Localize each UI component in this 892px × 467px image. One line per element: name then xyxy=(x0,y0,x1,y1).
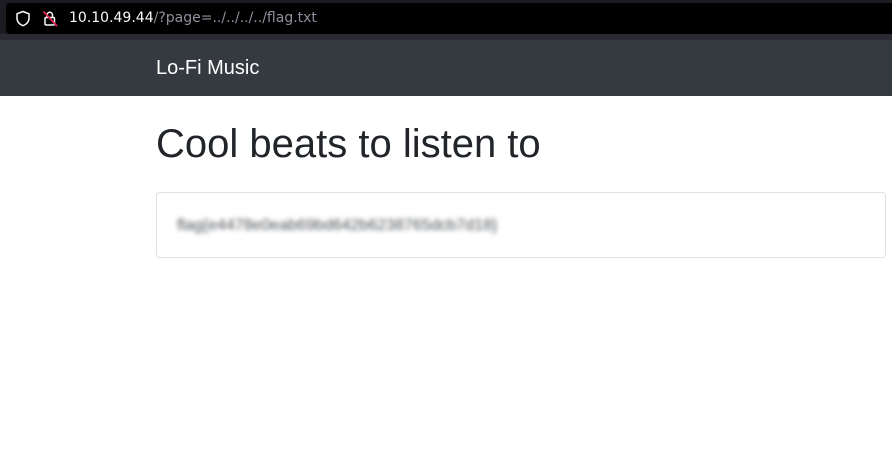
browser-toolbar: 10.10.49.44/?page=../../../../flag.txt xyxy=(0,0,892,40)
address-url[interactable]: 10.10.49.44/?page=../../../../flag.txt xyxy=(69,9,317,28)
insecure-lock-icon[interactable] xyxy=(42,10,58,27)
content-card: flag{e4478e0eab69bd642b6238765dcb7d18} xyxy=(156,192,886,258)
url-path: /?page=../../../../flag.txt xyxy=(153,10,317,26)
page-title: Cool beats to listen to xyxy=(156,122,541,166)
card-text-blurred: flag{e4478e0eab69bd642b6238765dcb7d18} xyxy=(177,217,498,234)
shield-icon[interactable] xyxy=(15,10,31,27)
site-navbar: Lo-Fi Music xyxy=(0,40,892,96)
navbar-brand-link[interactable]: Lo-Fi Music xyxy=(156,56,259,80)
url-host: 10.10.49.44 xyxy=(69,10,154,26)
